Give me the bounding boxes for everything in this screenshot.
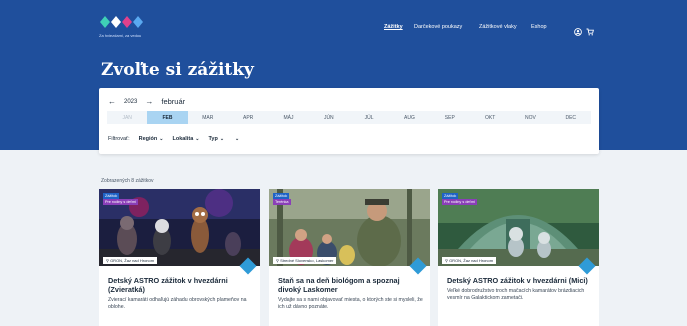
more-dropdown[interactable]: ⌄ <box>233 136 239 142</box>
location-pin-icon: ⚲ <box>445 258 448 263</box>
month-jul[interactable]: JÚL <box>349 111 389 124</box>
year-navigation: ← 2023 → február <box>108 97 185 106</box>
month-maj[interactable]: MÁJ <box>268 111 308 124</box>
tag-badge: Pre rodiny s deťmi <box>442 199 477 205</box>
year-value: 2023 <box>124 98 138 105</box>
location-pin-icon: ⚲ <box>106 258 109 263</box>
card-image <box>269 189 430 266</box>
chevron-down-icon: ⌄ <box>219 136 225 142</box>
card-description: Zvierací kamaráti odhaľujú záhadu obrovs… <box>108 297 247 310</box>
location-pin-icon: ⚲ <box>276 258 279 263</box>
location-text: Stredné Slovensko, Laskomer <box>280 258 334 263</box>
prev-year-arrow-icon[interactable]: ← <box>108 97 116 106</box>
location-label: ⚲ GRON, Žaz nad Hronom <box>103 257 158 264</box>
location-label: ⚲ GRON, Žaz nad Hronom <box>442 257 497 264</box>
type-dropdown[interactable]: Typ ⌄ <box>208 136 224 142</box>
card-title[interactable]: Detský ASTRO zážitok v hvezdárni (Mici) <box>447 276 592 285</box>
filter-row: Filtrovať: Región ⌄ Lokalita ⌄ Typ ⌄ ⌄ <box>108 136 239 142</box>
month-jun[interactable]: JÚN <box>309 111 349 124</box>
card-title[interactable]: Detský ASTRO zážitok v hvezdárni (Zviera… <box>108 276 253 294</box>
location-dropdown-label: Lokalita <box>172 136 194 142</box>
page-title: Zvoľte si zážitky <box>101 60 254 80</box>
location-text: GRON, Žaz nad Hronom <box>449 258 494 263</box>
experience-card[interactable]: Zážitok Terénka ⚲ Stredné Slovensko, Las… <box>269 189 430 326</box>
nav-item-zazitkove-vlaky[interactable]: Zážitkové vlaky <box>479 24 517 30</box>
card-description: Vydajte sa s nami objavovať miesta, o kt… <box>278 297 423 310</box>
month-selector: JAN FEB MAR APR MÁJ JÚN JÚL AUG SEP OKT … <box>107 111 591 124</box>
experience-card[interactable]: Zážitok Pre rodiny s deťmi ⚲ GRON, Žaz n… <box>438 189 599 326</box>
type-dropdown-label: Typ <box>208 136 218 142</box>
month-sep[interactable]: SEP <box>430 111 470 124</box>
card-description: Veľké dobrodružstvo troch mačacích kamar… <box>447 288 585 301</box>
nav-item-zazitky[interactable]: Zážitky <box>384 24 403 30</box>
next-year-arrow-icon[interactable]: → <box>145 97 153 106</box>
location-dropdown[interactable]: Lokalita ⌄ <box>172 136 199 142</box>
chevron-down-icon: ⌄ <box>235 136 240 142</box>
tag-badge: Pre rodiny s deťmi <box>103 199 138 205</box>
location-label: ⚲ Stredné Slovensko, Laskomer <box>273 257 337 264</box>
month-nov[interactable]: NOV <box>510 111 550 124</box>
filter-panel: ← 2023 → február JAN FEB MAR APR MÁJ JÚN… <box>99 88 599 154</box>
card-title[interactable]: Staň sa na deň biológom a spoznaj divoký… <box>278 276 423 294</box>
brand-logo[interactable] <box>99 15 143 29</box>
month-jan[interactable]: JAN <box>107 111 147 124</box>
month-dec[interactable]: DEC <box>551 111 591 124</box>
month-mar[interactable]: MAR <box>188 111 228 124</box>
nav-item-darcekove-poukazy[interactable]: Darčekové poukazy <box>414 24 462 30</box>
results-count: Zobrazených 8 zážitkov <box>101 178 154 184</box>
brand-tagline: Za hviezdami, za vedou <box>99 33 142 38</box>
month-feb[interactable]: FEB <box>147 111 188 124</box>
chevron-down-icon: ⌄ <box>159 136 164 142</box>
cart-icon[interactable] <box>586 23 594 41</box>
region-dropdown-label: Región <box>138 136 158 142</box>
tag-badge: Terénka <box>273 199 291 205</box>
location-text: GRON, Žaz nad Hronom <box>110 258 155 263</box>
chevron-down-icon: ⌄ <box>195 136 200 142</box>
nav-item-eshop[interactable]: Eshop <box>531 24 547 30</box>
month-aug[interactable]: AUG <box>389 111 429 124</box>
selected-month-name: február <box>161 97 186 106</box>
experience-card[interactable]: Zážitok Pre rodiny s deťmi ⚲ GRON, Žaz n… <box>99 189 260 326</box>
user-icon[interactable] <box>574 23 582 41</box>
month-okt[interactable]: OKT <box>470 111 510 124</box>
month-apr[interactable]: APR <box>228 111 268 124</box>
region-dropdown[interactable]: Región ⌄ <box>139 136 164 142</box>
filter-label: Filtrovať: <box>108 136 130 142</box>
